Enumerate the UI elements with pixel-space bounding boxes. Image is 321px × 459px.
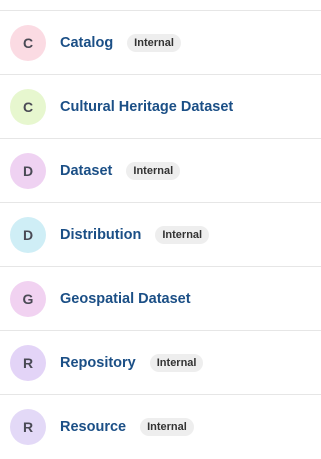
- avatar: R: [10, 345, 46, 381]
- avatar: C: [10, 89, 46, 125]
- status-badge: Internal: [140, 418, 194, 436]
- list-item[interactable]: G Geospatial Dataset: [0, 267, 321, 331]
- list-item[interactable]: C Catalog Internal: [0, 11, 321, 75]
- list-item[interactable]: D Distribution Internal: [0, 203, 321, 267]
- list-item[interactable]: R Repository Internal: [0, 331, 321, 395]
- item-title-link[interactable]: Distribution: [60, 227, 141, 243]
- item-title-link[interactable]: Catalog: [60, 35, 113, 51]
- avatar: D: [10, 217, 46, 253]
- item-title-link[interactable]: Cultural Heritage Dataset: [60, 99, 233, 115]
- avatar: R: [10, 409, 46, 445]
- status-badge: Internal: [149, 354, 204, 372]
- entity-list: C Catalog Internal C Cultural Heritage D…: [0, 0, 321, 452]
- avatar: G: [10, 281, 46, 317]
- item-title-link[interactable]: Dataset: [60, 163, 112, 179]
- list-item[interactable]: C Cultural Heritage Dataset: [0, 75, 321, 139]
- status-badge: Internal: [126, 162, 181, 180]
- item-title-link[interactable]: Resource: [60, 419, 126, 435]
- avatar: D: [10, 153, 46, 189]
- list-item[interactable]: R Resource Internal: [0, 395, 321, 459]
- item-title-link[interactable]: Repository: [60, 355, 136, 371]
- item-title-link[interactable]: Geospatial Dataset: [60, 291, 191, 307]
- avatar: C: [10, 25, 46, 61]
- status-badge: Internal: [127, 34, 181, 52]
- status-badge: Internal: [155, 226, 210, 244]
- list-item[interactable]: D Dataset Internal: [0, 139, 321, 203]
